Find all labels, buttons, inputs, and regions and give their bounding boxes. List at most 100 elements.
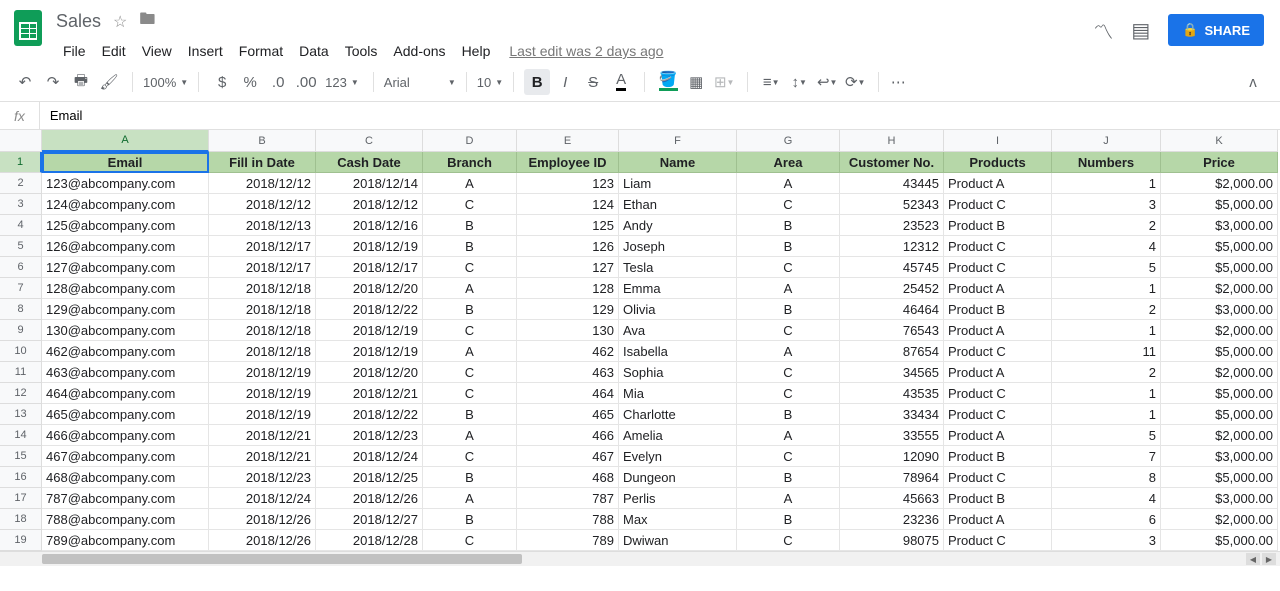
cell-H12[interactable]: 43535	[840, 383, 944, 404]
cell-I15[interactable]: Product B	[944, 446, 1052, 467]
cell-E6[interactable]: 127	[517, 257, 619, 278]
decrease-decimal-button[interactable]: .0	[265, 69, 291, 95]
cell-K5[interactable]: $5,000.00	[1161, 236, 1278, 257]
cell-J17[interactable]: 4	[1052, 488, 1161, 509]
cell-I11[interactable]: Product A	[944, 362, 1052, 383]
horizontal-scrollbar[interactable]: ◀ ▶	[0, 551, 1280, 566]
cell-H18[interactable]: 23236	[840, 509, 944, 530]
cell-G11[interactable]: C	[737, 362, 840, 383]
row-header-17[interactable]: 17	[0, 488, 42, 509]
cell-I8[interactable]: Product B	[944, 299, 1052, 320]
menu-tools[interactable]: Tools	[338, 39, 385, 63]
cell-K15[interactable]: $3,000.00	[1161, 446, 1278, 467]
cell-K18[interactable]: $2,000.00	[1161, 509, 1278, 530]
cell-I6[interactable]: Product C	[944, 257, 1052, 278]
cell-A4[interactable]: 125@abcompany.com	[42, 215, 209, 236]
cell-G16[interactable]: B	[737, 467, 840, 488]
row-header-2[interactable]: 2	[0, 173, 42, 194]
cell-H5[interactable]: 12312	[840, 236, 944, 257]
comments-icon[interactable]: ▤	[1131, 18, 1150, 43]
col-header-K[interactable]: K	[1161, 130, 1278, 152]
cell-G17[interactable]: A	[737, 488, 840, 509]
bold-button[interactable]: B	[524, 69, 550, 95]
cell-F4[interactable]: Andy	[619, 215, 737, 236]
menu-format[interactable]: Format	[232, 39, 290, 63]
fontsize-dropdown[interactable]: 10▼	[473, 75, 507, 90]
cell-D3[interactable]: C	[423, 194, 517, 215]
cell-C7[interactable]: 2018/12/20	[316, 278, 423, 299]
cell-G18[interactable]: B	[737, 509, 840, 530]
row-header-7[interactable]: 7	[0, 278, 42, 299]
cell-K13[interactable]: $5,000.00	[1161, 404, 1278, 425]
cell-K11[interactable]: $2,000.00	[1161, 362, 1278, 383]
cell-F9[interactable]: Ava	[619, 320, 737, 341]
cell-B3[interactable]: 2018/12/12	[209, 194, 316, 215]
cell-K6[interactable]: $5,000.00	[1161, 257, 1278, 278]
row-header-12[interactable]: 12	[0, 383, 42, 404]
scroll-thumb[interactable]	[42, 554, 522, 564]
cell-B13[interactable]: 2018/12/19	[209, 404, 316, 425]
cell-C4[interactable]: 2018/12/16	[316, 215, 423, 236]
col-header-J[interactable]: J	[1052, 130, 1161, 152]
scroll-left-icon[interactable]: ◀	[1246, 553, 1260, 565]
cell-I14[interactable]: Product A	[944, 425, 1052, 446]
scroll-right-icon[interactable]: ▶	[1262, 553, 1276, 565]
cell-F14[interactable]: Amelia	[619, 425, 737, 446]
cell-B14[interactable]: 2018/12/21	[209, 425, 316, 446]
cell-E4[interactable]: 125	[517, 215, 619, 236]
explore-icon[interactable]: 〽	[1093, 16, 1113, 45]
cell-C5[interactable]: 2018/12/19	[316, 236, 423, 257]
row-header-6[interactable]: 6	[0, 257, 42, 278]
cell-G4[interactable]: B	[737, 215, 840, 236]
col-header-D[interactable]: D	[423, 130, 517, 152]
cell-J5[interactable]: 4	[1052, 236, 1161, 257]
row-header-19[interactable]: 19	[0, 530, 42, 551]
cell-E15[interactable]: 467	[517, 446, 619, 467]
menu-help[interactable]: Help	[455, 39, 498, 63]
redo-button[interactable]: ↷	[40, 69, 66, 95]
cell-E12[interactable]: 464	[517, 383, 619, 404]
cell-C16[interactable]: 2018/12/25	[316, 467, 423, 488]
cell-B11[interactable]: 2018/12/19	[209, 362, 316, 383]
cell-A11[interactable]: 463@abcompany.com	[42, 362, 209, 383]
cell-B4[interactable]: 2018/12/13	[209, 215, 316, 236]
cell-D13[interactable]: B	[423, 404, 517, 425]
cell-J18[interactable]: 6	[1052, 509, 1161, 530]
cell-J14[interactable]: 5	[1052, 425, 1161, 446]
cell-I7[interactable]: Product A	[944, 278, 1052, 299]
cell-C15[interactable]: 2018/12/24	[316, 446, 423, 467]
cell-I4[interactable]: Product B	[944, 215, 1052, 236]
text-color-button[interactable]: A	[608, 69, 634, 95]
cell-E7[interactable]: 128	[517, 278, 619, 299]
share-button[interactable]: 🔒 SHARE	[1168, 14, 1264, 46]
cell-B8[interactable]: 2018/12/18	[209, 299, 316, 320]
halign-button[interactable]: ≡▼	[758, 69, 784, 95]
cell-J12[interactable]: 1	[1052, 383, 1161, 404]
cell-F7[interactable]: Emma	[619, 278, 737, 299]
cell-I17[interactable]: Product B	[944, 488, 1052, 509]
col-header-A[interactable]: A	[42, 130, 209, 152]
cell-H7[interactable]: 25452	[840, 278, 944, 299]
menu-add-ons[interactable]: Add-ons	[386, 39, 452, 63]
sheets-logo[interactable]	[8, 8, 48, 48]
header-cell-price[interactable]: Price	[1161, 152, 1278, 173]
header-cell-products[interactable]: Products	[944, 152, 1052, 173]
cell-E16[interactable]: 468	[517, 467, 619, 488]
cell-I12[interactable]: Product C	[944, 383, 1052, 404]
strike-button[interactable]: S	[580, 69, 606, 95]
print-button[interactable]: 🖶	[68, 69, 94, 95]
more-button[interactable]: ⋯	[885, 69, 911, 95]
col-header-B[interactable]: B	[209, 130, 316, 152]
cell-B5[interactable]: 2018/12/17	[209, 236, 316, 257]
fill-color-button[interactable]: 🪣	[655, 69, 681, 95]
cell-K9[interactable]: $2,000.00	[1161, 320, 1278, 341]
percent-button[interactable]: %	[237, 69, 263, 95]
cell-B6[interactable]: 2018/12/17	[209, 257, 316, 278]
cell-B2[interactable]: 2018/12/12	[209, 173, 316, 194]
cell-C18[interactable]: 2018/12/27	[316, 509, 423, 530]
cell-E2[interactable]: 123	[517, 173, 619, 194]
borders-button[interactable]: ▦	[683, 69, 709, 95]
header-cell-fill-in-date[interactable]: Fill in Date	[209, 152, 316, 173]
cell-A15[interactable]: 467@abcompany.com	[42, 446, 209, 467]
col-header-G[interactable]: G	[737, 130, 840, 152]
